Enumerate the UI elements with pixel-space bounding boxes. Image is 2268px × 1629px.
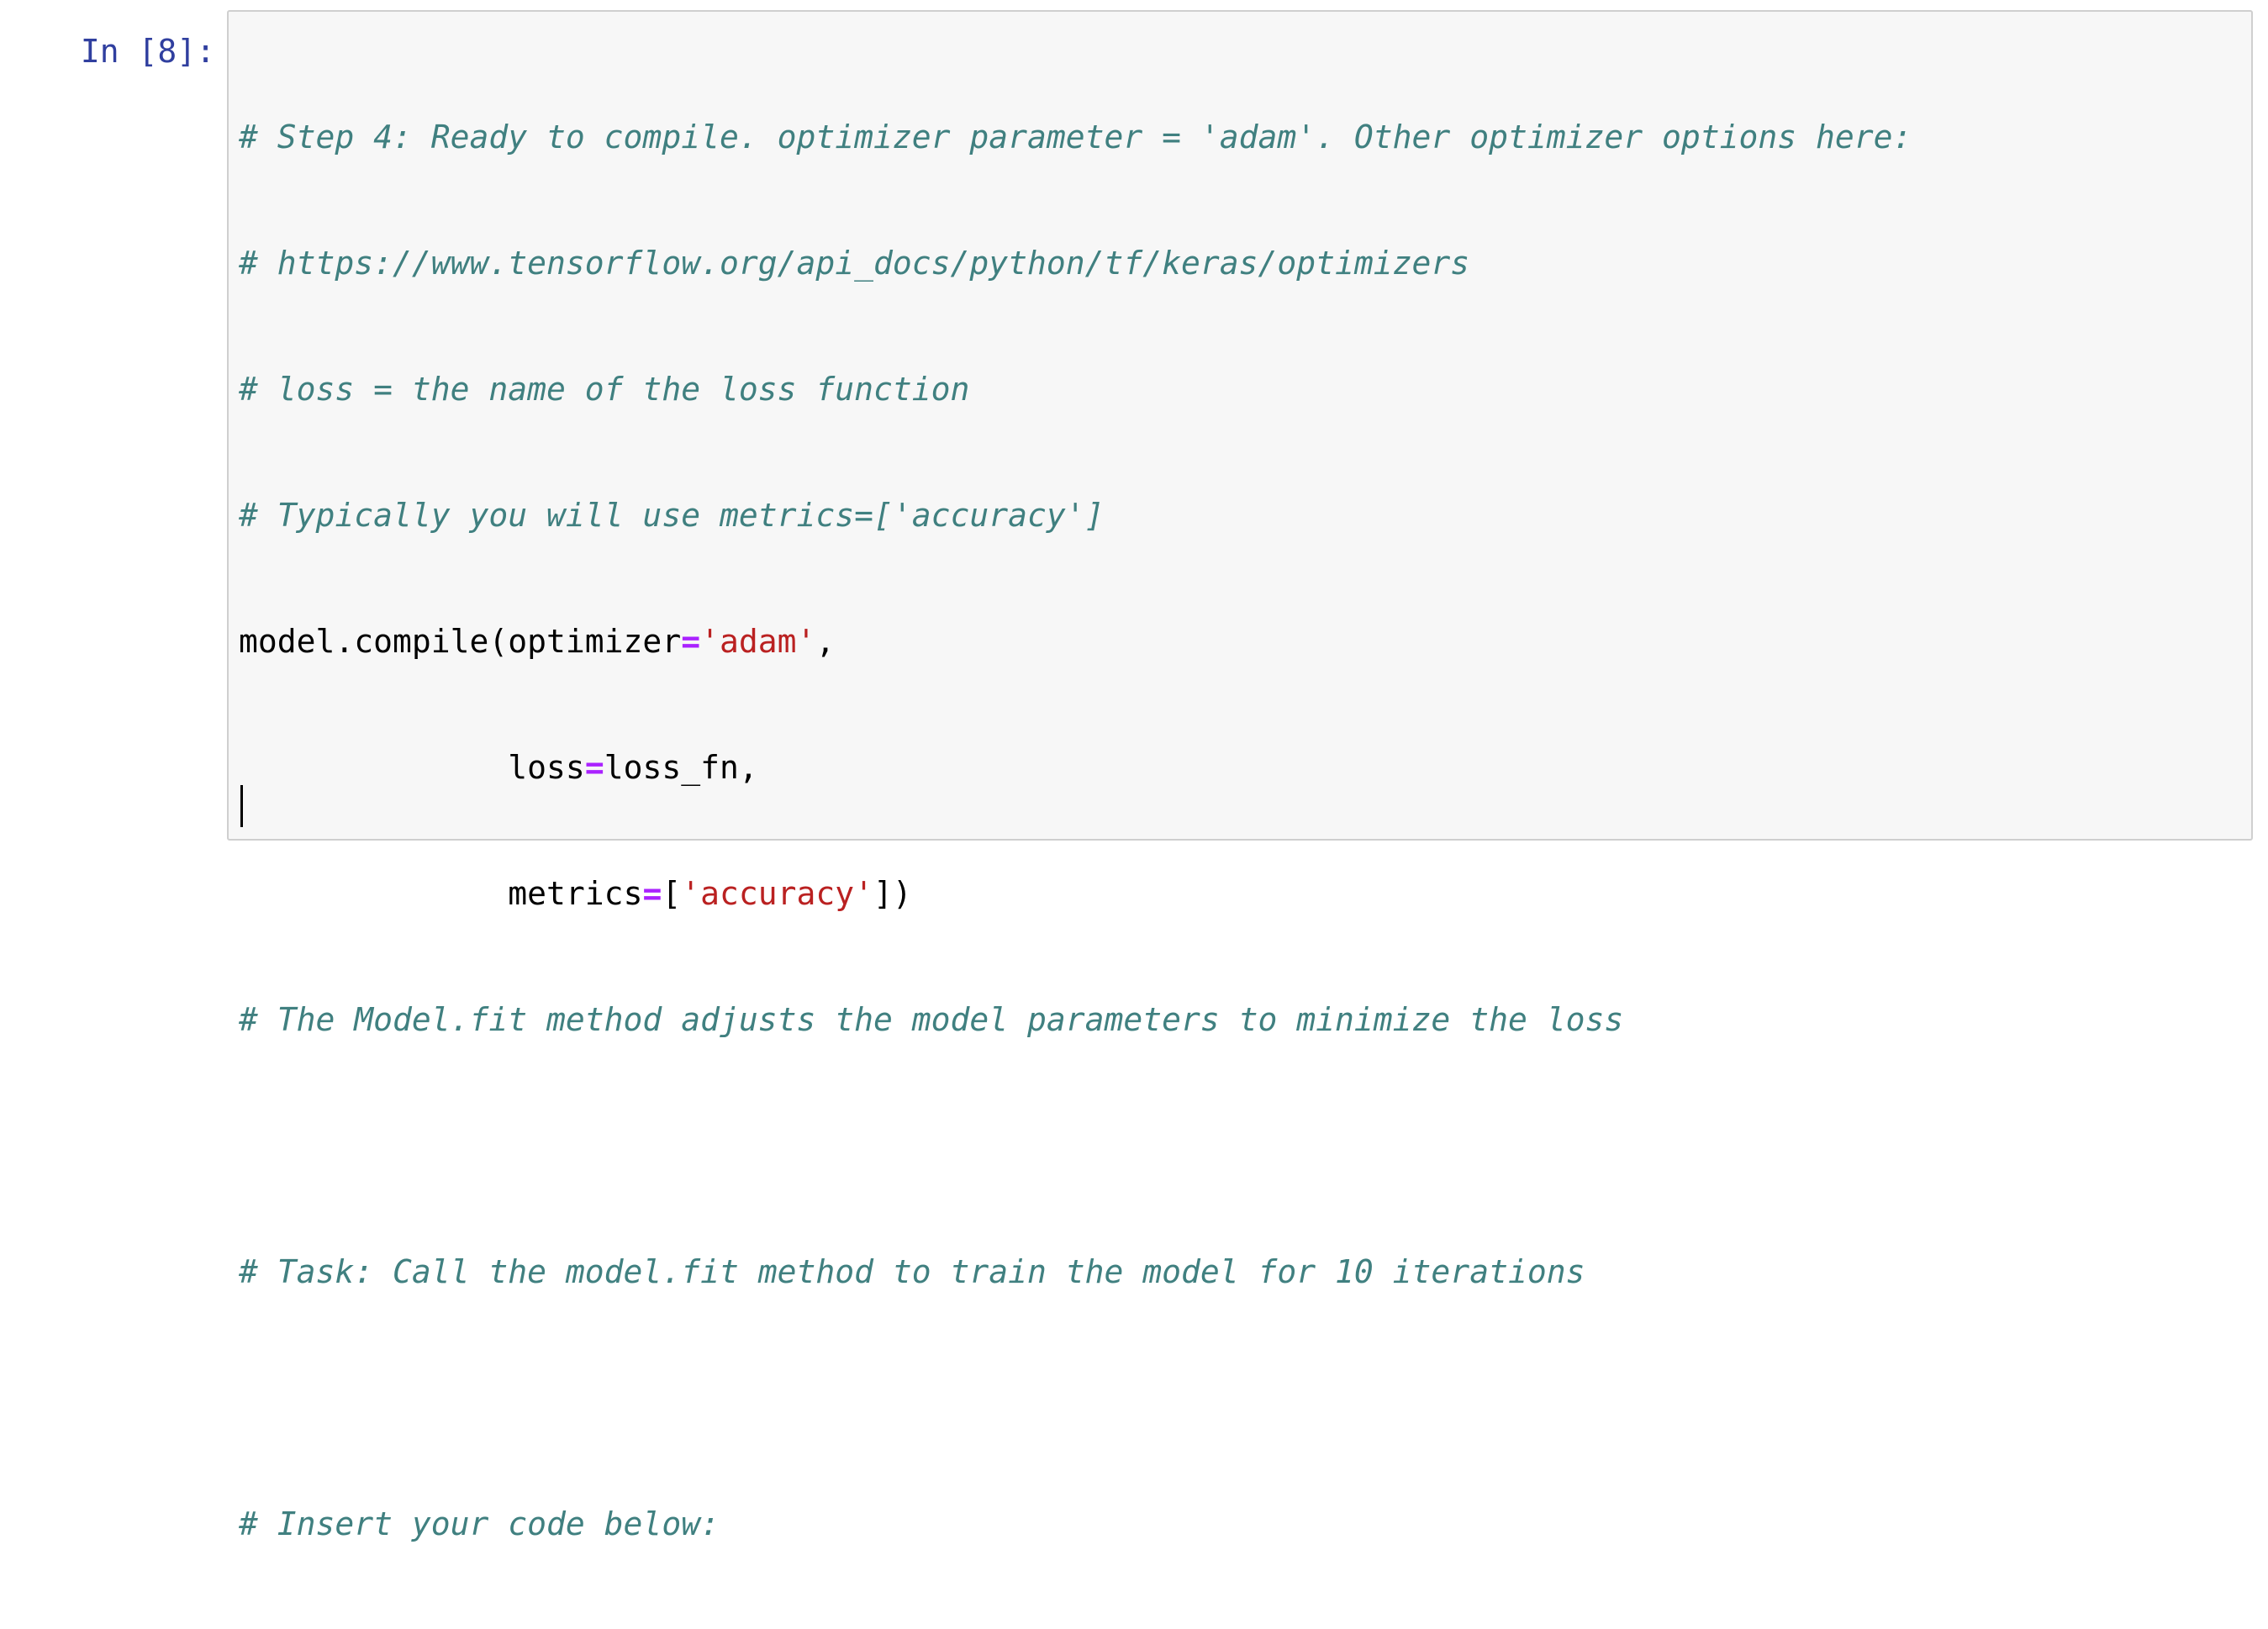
code-comment-line: # loss = the name of the loss function	[239, 371, 970, 408]
code-token: model.compile(optimizer	[239, 623, 682, 660]
code-cell-editor[interactable]: # Step 4: Ready to compile. optimizer pa…	[227, 10, 2253, 1542]
code-operator: =	[584, 749, 604, 786]
code-comment-line: # https://www.tensorflow.org/api_docs/py…	[239, 245, 1470, 282]
code-token: ,	[815, 623, 836, 660]
code-comment-line: # Step 4: Ready to compile. optimizer pa…	[239, 119, 1912, 156]
code-token: [	[662, 875, 682, 912]
code-comment-line: # Task: Call the model.fit method to tra…	[239, 1253, 1585, 1290]
text-cursor	[240, 785, 243, 827]
code-line-compile: model.compile(optimizer='adam',	[239, 620, 1912, 662]
code-operator: =	[681, 623, 701, 660]
code-token: ])	[873, 875, 912, 912]
code-token: metrics	[508, 875, 643, 912]
code-comment-line: # Insert your code below:	[239, 1505, 720, 1542]
code-line-loss: loss=loss_fn,	[239, 746, 1912, 788]
code-comment-line: # Typically you will use metrics=['accur…	[239, 497, 1105, 534]
code-token: loss	[508, 749, 585, 786]
code-text[interactable]: # Step 4: Ready to compile. optimizer pa…	[239, 32, 1912, 1629]
code-operator: =	[642, 875, 662, 912]
code-string: 'adam'	[700, 623, 816, 660]
cell-prompt: In [8]:	[80, 33, 215, 70]
code-line-metrics: metrics=['accuracy'])	[239, 872, 1912, 915]
code-string: 'accuracy'	[681, 875, 874, 912]
code-comment-line: # The Model.fit method adjusts the model…	[239, 1001, 1624, 1038]
code-token: loss_fn,	[604, 749, 758, 786]
